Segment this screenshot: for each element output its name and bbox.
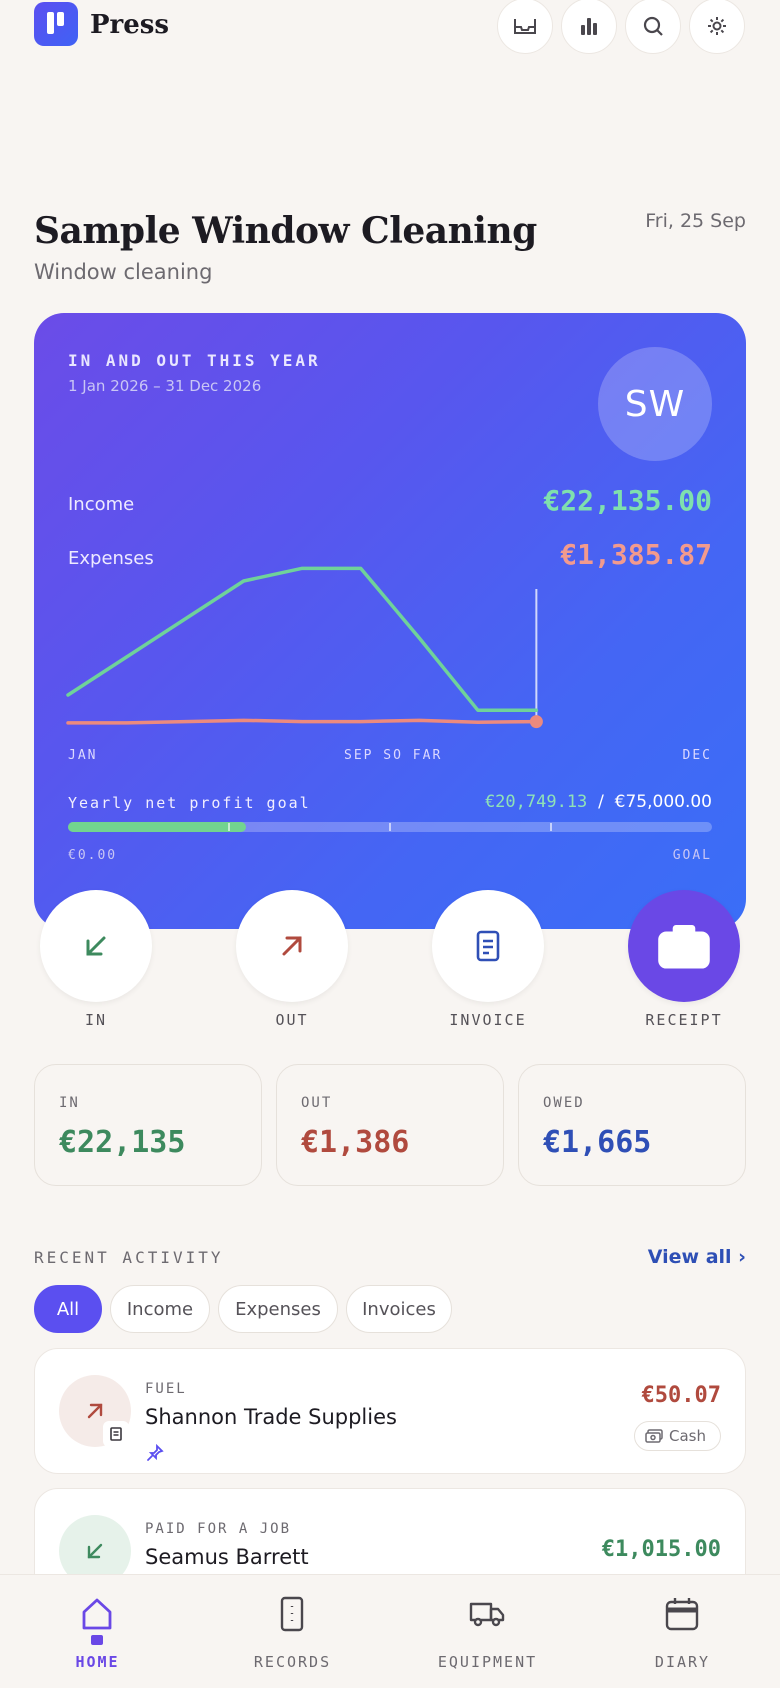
bottom-nav: HOME RECORDS EQUIPMENT DIARY: [0, 1574, 780, 1688]
stat-value: €1,386: [301, 1125, 410, 1160]
money-out-button[interactable]: [236, 890, 348, 1002]
stat-tile-in[interactable]: IN €22,135: [34, 1064, 262, 1186]
camera-icon: [658, 925, 710, 969]
activity-name: Shannon Trade Supplies: [145, 1405, 397, 1429]
goal-current: €20,749.13: [484, 792, 588, 812]
goal-end-label: GOAL: [672, 848, 712, 863]
home-icon: [82, 1598, 112, 1630]
stat-tile-out[interactable]: OUT €1,386: [276, 1064, 504, 1186]
nav-item-diary[interactable]: DIARY: [585, 1575, 780, 1688]
goal-tick: [550, 823, 552, 831]
stat-value: €22,135: [59, 1125, 186, 1160]
nav-label: HOME: [75, 1653, 120, 1671]
nav-item-home[interactable]: HOME: [0, 1575, 195, 1688]
arrow-up-right-icon: [87, 1403, 103, 1419]
receipt-attached-icon: [103, 1421, 129, 1447]
recent-activity-title: RECENT ACTIVITY: [34, 1248, 224, 1267]
activity-item[interactable]: FUEL Shannon Trade Supplies €50.07 Cash: [34, 1348, 746, 1474]
nav-label: EQUIPMENT: [437, 1653, 538, 1671]
nav-item-equipment[interactable]: EQUIPMENT: [390, 1575, 585, 1688]
goal-separator: /: [598, 792, 604, 812]
stat-label: OWED: [543, 1095, 585, 1111]
stat-value: €1,665: [543, 1125, 652, 1160]
goal-progress-fill: [68, 822, 247, 832]
activity-category: PAID FOR A JOB: [145, 1521, 292, 1537]
axis-end-label: DEC: [682, 748, 712, 763]
pin-icon[interactable]: [145, 1443, 165, 1463]
calendar-icon: [665, 1598, 699, 1631]
stat-label: OUT: [301, 1095, 333, 1111]
summary-card: IN AND OUT THIS YEAR 1 Jan 2026 – 31 Dec…: [34, 313, 746, 929]
receipt-button[interactable]: [628, 890, 740, 1002]
activity-category: FUEL: [145, 1381, 187, 1397]
receipt-label: RECEIPT: [645, 1011, 723, 1029]
filter-chip-expenses[interactable]: Expenses: [218, 1285, 338, 1333]
goal-label: Yearly net profit goal: [68, 794, 311, 812]
press-logo-icon[interactable]: [34, 2, 78, 46]
nav-label: DIARY: [654, 1653, 711, 1671]
stat-tile-owed[interactable]: OWED €1,665: [518, 1064, 746, 1186]
top-bar: Press: [0, 0, 780, 56]
records-icon: [280, 1596, 304, 1632]
goal-target: €75,000.00: [614, 792, 712, 812]
axis-current-label: SEP SO FAR: [344, 748, 443, 763]
nav-label: RECORDS: [253, 1653, 332, 1671]
nav-item-records[interactable]: RECORDS: [195, 1575, 390, 1688]
payment-method: Cash: [669, 1427, 706, 1445]
activity-amount: €50.07: [641, 1383, 721, 1408]
current-point-dot: [529, 715, 543, 729]
goal-values: €20,749.13 / €75,000.00: [485, 792, 712, 812]
stats-button[interactable]: [561, 0, 617, 54]
goal-progress-bar: [68, 822, 712, 832]
goal-tick: [389, 823, 391, 831]
goal-start-label: €0.00: [68, 848, 118, 863]
business-trade: Window cleaning: [34, 260, 213, 284]
bar-chart-icon: [581, 18, 597, 35]
invoice-label: INVOICE: [449, 1011, 527, 1029]
inbox-icon: [514, 19, 536, 34]
inbox-button[interactable]: [497, 0, 553, 54]
brand-name: Press: [90, 10, 170, 40]
money-out-label: OUT: [275, 1011, 309, 1029]
truck-icon: [469, 1602, 505, 1627]
filter-chip-invoices[interactable]: Invoices: [346, 1285, 452, 1333]
income-series-line: [66, 566, 539, 712]
axis-start-label: JAN: [68, 748, 98, 763]
invoice-button[interactable]: [432, 890, 544, 1002]
active-indicator: [91, 1635, 103, 1645]
cash-icon: [645, 1429, 663, 1443]
payment-method-badge: Cash: [634, 1421, 721, 1451]
goal-tick: [228, 823, 230, 831]
settings-icon: [708, 17, 726, 35]
money-in-button[interactable]: [40, 890, 152, 1002]
document-icon: [476, 930, 500, 962]
current-date: Fri, 25 Sep: [645, 210, 746, 232]
search-button[interactable]: [625, 0, 681, 54]
arrow-down-left-icon: [87, 1543, 103, 1559]
expense-series-line: [66, 718, 539, 725]
business-name: Sample Window Cleaning: [34, 210, 537, 252]
search-icon: [643, 16, 663, 36]
view-all-link[interactable]: View all ›: [648, 1246, 746, 1268]
activity-name: Seamus Barrett: [145, 1545, 309, 1569]
filter-chip-income[interactable]: Income: [110, 1285, 210, 1333]
arrow-down-left-icon: [86, 936, 106, 956]
settings-button[interactable]: [689, 0, 745, 54]
filter-chip-all[interactable]: All: [34, 1285, 102, 1333]
money-in-label: IN: [84, 1011, 108, 1029]
arrow-up-right-icon: [282, 936, 302, 956]
income-expense-chart: [66, 566, 543, 729]
stat-label: IN: [59, 1095, 80, 1111]
activity-amount: €1,015.00: [601, 1537, 721, 1562]
